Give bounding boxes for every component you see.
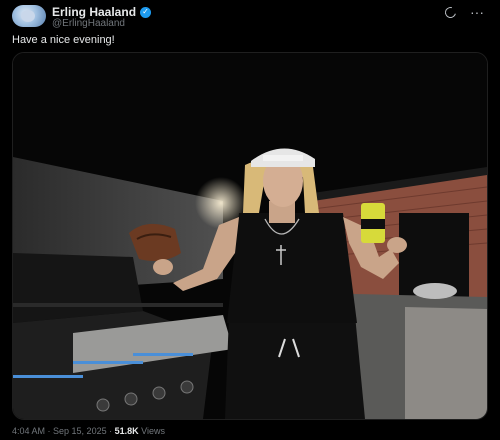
- separator: ·: [106, 426, 115, 436]
- author-handle[interactable]: @ErlingHaaland: [52, 18, 125, 29]
- avatar[interactable]: [12, 5, 46, 27]
- tweet-time[interactable]: 4:04 AM: [12, 426, 45, 436]
- tweet-text: Have a nice evening!: [12, 34, 115, 46]
- author-name[interactable]: Erling Haaland: [52, 5, 136, 19]
- more-icon[interactable]: ···: [470, 5, 484, 19]
- tweet-date[interactable]: Sep 15, 2025: [53, 426, 107, 436]
- views-count[interactable]: 51.8K: [115, 426, 139, 436]
- tweet-meta: 4:04 AM · Sep 15, 2025 · 51.8K Views: [12, 426, 165, 436]
- header-actions: ···: [442, 4, 484, 20]
- views-label: Views: [138, 426, 165, 436]
- tweet: Erling Haaland ✓ @ErlingHaaland ··· Have…: [0, 0, 500, 440]
- tweet-header: Erling Haaland ✓ @ErlingHaaland ···: [10, 4, 490, 29]
- verified-badge-icon[interactable]: ✓: [140, 6, 152, 18]
- author-name-row: Erling Haaland ✓: [52, 5, 152, 19]
- separator: ·: [45, 426, 54, 436]
- photo-illustration: [13, 53, 487, 419]
- tweet-photo[interactable]: [12, 52, 488, 420]
- grok-icon[interactable]: [442, 4, 459, 20]
